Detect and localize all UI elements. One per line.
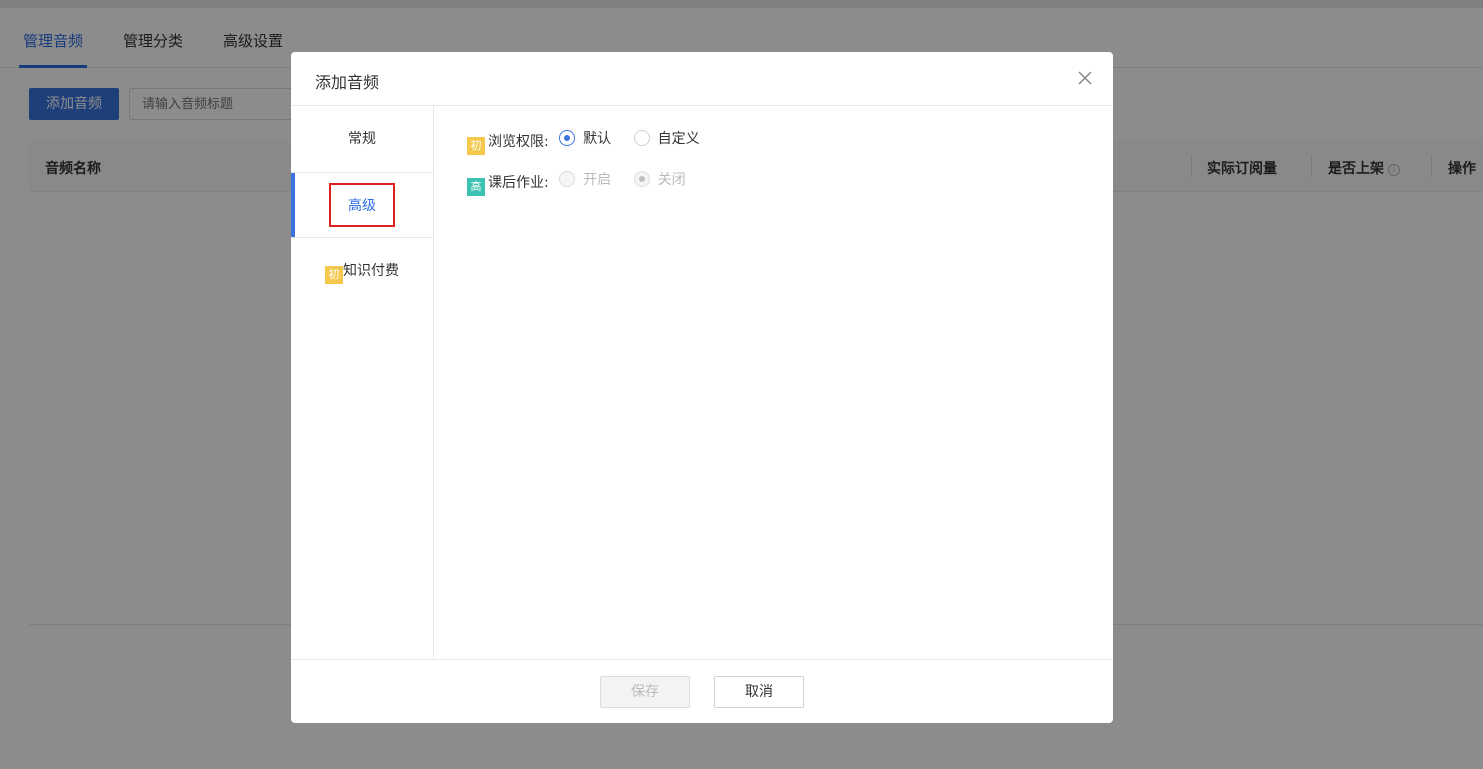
save-button[interactable]: 保存 (600, 676, 690, 708)
beginner-badge-icon: 初 (467, 137, 485, 155)
dialog-sidebar: 常规 高级 初知识付费 (291, 106, 434, 660)
dialog-footer: 保存 取消 (291, 659, 1113, 723)
homework-label: 课后作业: (488, 175, 549, 191)
homework-row: 高课后作业: 开启 关闭 (467, 169, 704, 196)
radio-on: 开启 (559, 169, 611, 189)
sidebar-item-general[interactable]: 常规 (291, 106, 433, 172)
sidebar-item-advanced[interactable]: 高级 (291, 172, 433, 238)
browse-permission-row: 初浏览权限: 默认 自定义 (467, 128, 718, 155)
radio-custom[interactable]: 自定义 (633, 128, 700, 148)
active-indicator (291, 173, 295, 237)
dialog-header: 添加音频 (291, 52, 1113, 106)
highlight-box (329, 183, 395, 227)
sidebar-item-label: 知识付费 (343, 263, 399, 279)
add-audio-dialog: 添加音频 常规 高级 初知识付费 初浏览权限: 默认 自定义 高 课后作业: 开… (291, 52, 1113, 723)
cancel-button[interactable]: 取消 (714, 676, 804, 708)
sidebar-item-paid-knowledge[interactable]: 初知识付费 (291, 238, 433, 304)
browse-permission-label: 浏览权限: (488, 134, 549, 150)
close-icon[interactable] (1075, 68, 1095, 88)
radio-checked-icon[interactable] (559, 130, 576, 146)
radio-disabled-checked-icon (633, 171, 650, 187)
radio-on-label: 开启 (583, 172, 612, 188)
radio-off: 关闭 (633, 169, 686, 189)
radio-off-label: 关闭 (657, 172, 686, 188)
sidebar-item-label: 常规 (348, 131, 376, 147)
advanced-badge-icon: 高 (467, 178, 485, 196)
radio-default[interactable]: 默认 (559, 128, 611, 148)
radio-disabled-icon (559, 171, 576, 187)
radio-unchecked-icon[interactable] (633, 130, 650, 146)
radio-custom-label: 自定义 (657, 131, 700, 147)
dialog-title: 添加音频 (315, 73, 380, 92)
radio-default-label: 默认 (583, 131, 612, 147)
beginner-badge-icon: 初 (325, 266, 343, 284)
